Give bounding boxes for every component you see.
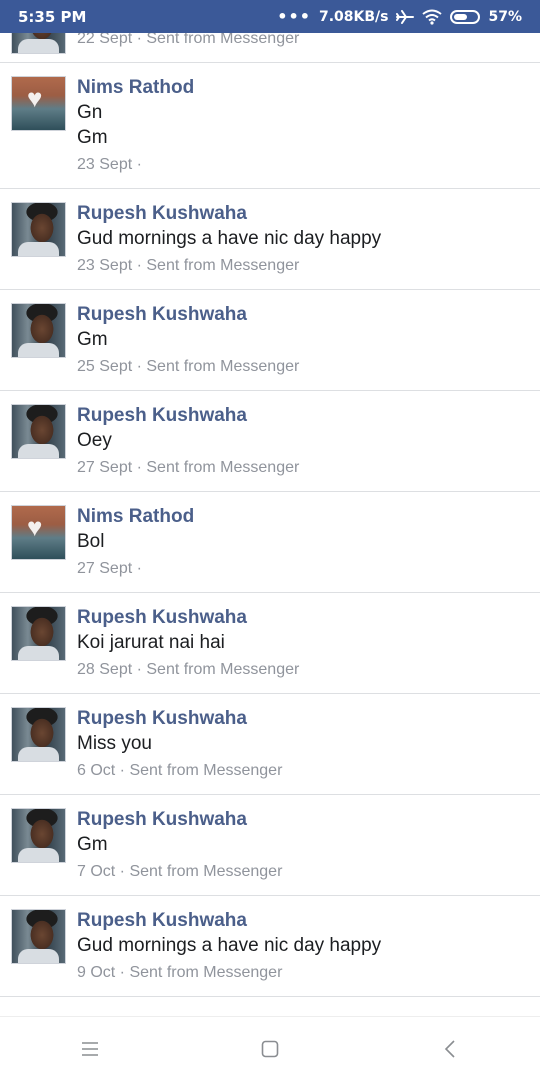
- sender-name[interactable]: Rupesh Kushwaha: [77, 909, 530, 933]
- sender-name[interactable]: Rupesh Kushwaha: [77, 202, 530, 226]
- meta-separator: ·: [132, 661, 147, 678]
- message-text: Bol: [77, 531, 105, 552]
- message-text: Gud mornings a have nic day happy: [77, 228, 382, 249]
- avatar[interactable]: [11, 76, 66, 131]
- meta-separator: ·: [132, 459, 147, 476]
- meta-separator: ·: [132, 560, 142, 577]
- message-list[interactable]: Kem Koi reply nathi22 Sept · Sent from M…: [0, 33, 540, 1016]
- sender-name[interactable]: Rupesh Kushwaha: [77, 707, 530, 731]
- meta-separator: ·: [132, 257, 147, 274]
- network-speed: 7.08KB/s: [318, 8, 389, 25]
- avatar[interactable]: [11, 33, 66, 54]
- status-bar: 5:35 PM ••• 7.08KB/s 57%: [0, 0, 540, 33]
- message-date: 22 Sept: [77, 33, 133, 47]
- message-text: Gn: [77, 102, 103, 123]
- home-icon[interactable]: [240, 1029, 300, 1069]
- meta-separator: ·: [132, 156, 142, 173]
- message-meta: 28 Sept · Sent from Messenger: [77, 659, 530, 681]
- sender-name[interactable]: Rupesh Kushwaha: [77, 303, 530, 327]
- wifi-icon: [422, 9, 443, 25]
- message-text: Koi jarurat nai hai: [77, 632, 225, 653]
- message-source: Sent from Messenger: [146, 33, 300, 47]
- message-item[interactable]: Rupesh Kushwaha Gud mornings a have nic d…: [0, 189, 540, 290]
- message-meta: 7 Oct · Sent from Messenger: [77, 861, 530, 883]
- message-source: Sent from Messenger: [146, 257, 300, 274]
- message-source: Sent from Messenger: [146, 459, 300, 476]
- sender-name[interactable]: Nims Rathod: [77, 76, 530, 100]
- meta-separator: ·: [115, 762, 130, 779]
- message-text: Gm: [77, 127, 108, 148]
- message-text: Oey: [77, 430, 112, 451]
- message-text: Miss you: [77, 733, 152, 754]
- sender-name[interactable]: Nims Rathod: [77, 505, 530, 529]
- message-meta: 22 Sept · Sent from Messenger: [77, 33, 530, 50]
- message-date: 28 Sept: [77, 661, 133, 678]
- sender-name[interactable]: Rupesh Kushwaha: [77, 404, 530, 428]
- back-icon[interactable]: [420, 1029, 480, 1069]
- message-item[interactable]: Rupesh Kushwaha Miss you 6 Oct · Sent from…: [0, 694, 540, 795]
- meta-separator: ·: [132, 33, 147, 47]
- message-date: 7 Oct: [77, 863, 116, 880]
- message-item[interactable]: Rupesh Kushwaha Gud mornings a have nic d…: [0, 896, 540, 997]
- message-date: 25 Sept: [77, 358, 133, 375]
- message-source: Sent from Messenger: [146, 358, 300, 375]
- message-date: 27 Sept: [77, 459, 133, 476]
- message-thread: Kem Koi reply nathi22 Sept · Sent from M…: [0, 33, 540, 997]
- avatar[interactable]: [11, 606, 66, 661]
- message-item[interactable]: Rupesh Kushwaha Gm 25 Sept · Sent from Mes…: [0, 290, 540, 391]
- message-source: Sent from Messenger: [129, 964, 283, 981]
- avatar[interactable]: [11, 707, 66, 762]
- battery-icon: [450, 9, 481, 24]
- message-meta: 27 Sept ·: [77, 558, 530, 580]
- message-meta: 25 Sept · Sent from Messenger: [77, 356, 530, 378]
- message-date: 23 Sept: [77, 156, 133, 173]
- battery-percent: 57%: [488, 8, 522, 25]
- message-item[interactable]: Nims RathodBol 27 Sept ·: [0, 492, 540, 593]
- message-date: 23 Sept: [77, 257, 133, 274]
- message-source: Sent from Messenger: [129, 762, 283, 779]
- message-meta: 9 Oct · Sent from Messenger: [77, 962, 530, 984]
- message-date: 9 Oct: [77, 964, 116, 981]
- avatar[interactable]: [11, 909, 66, 964]
- message-source: Sent from Messenger: [146, 661, 300, 678]
- message-text: Gm: [77, 329, 108, 350]
- menu-icon[interactable]: [60, 1029, 120, 1069]
- message-item[interactable]: Rupesh Kushwaha Gm 7 Oct · Sent from Messe…: [0, 795, 540, 896]
- airplane-icon: [396, 9, 415, 25]
- message-date: 27 Sept: [77, 560, 133, 577]
- message-meta: 23 Sept ·: [77, 154, 530, 176]
- message-item[interactable]: Rupesh Kushwaha Koi jarurat nai hai 28 Sep…: [0, 593, 540, 694]
- message-meta: 6 Oct · Sent from Messenger: [77, 760, 530, 782]
- status-icons: ••• 7.08KB/s 57%: [277, 6, 522, 26]
- status-time: 5:35 PM: [18, 7, 87, 26]
- message-date: 6 Oct: [77, 762, 116, 779]
- avatar[interactable]: [11, 404, 66, 459]
- meta-separator: ·: [115, 863, 130, 880]
- sender-name[interactable]: Rupesh Kushwaha: [77, 606, 530, 630]
- avatar[interactable]: [11, 808, 66, 863]
- message-item[interactable]: Nims RathodGn Gm 23 Sept ·: [0, 63, 540, 189]
- avatar[interactable]: [11, 303, 66, 358]
- avatar[interactable]: [11, 505, 66, 560]
- avatar[interactable]: [11, 202, 66, 257]
- sender-name[interactable]: Rupesh Kushwaha: [77, 808, 530, 832]
- message-item[interactable]: Kem Koi reply nathi22 Sept · Sent from M…: [0, 33, 540, 63]
- message-meta: 27 Sept · Sent from Messenger: [77, 457, 530, 479]
- message-source: Sent from Messenger: [129, 863, 283, 880]
- more-dots-icon: •••: [277, 6, 311, 26]
- message-item[interactable]: Rupesh Kushwaha Oey 27 Sept · Sent from Me…: [0, 391, 540, 492]
- system-nav-bar: [0, 1016, 540, 1081]
- meta-separator: ·: [132, 358, 147, 375]
- message-meta: 23 Sept · Sent from Messenger: [77, 255, 530, 277]
- meta-separator: ·: [115, 964, 130, 981]
- message-text: Gm: [77, 834, 108, 855]
- message-text: Gud mornings a have nic day happy: [77, 935, 382, 956]
